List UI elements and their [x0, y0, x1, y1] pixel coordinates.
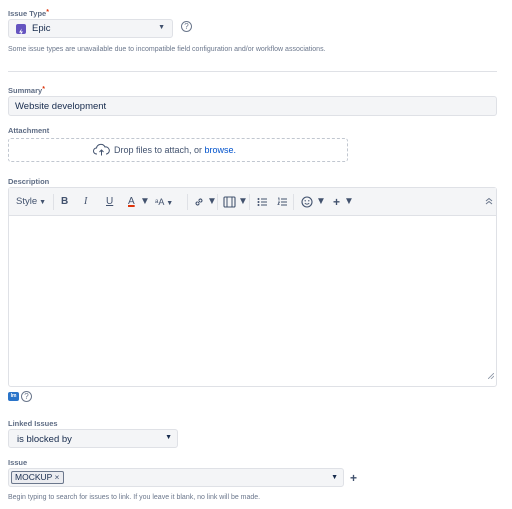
bold-button[interactable]: B [61, 188, 68, 216]
text-color-button[interactable]: A [128, 188, 135, 216]
chevron-down-icon[interactable]: ▼ [316, 188, 326, 216]
cloud-upload-icon [93, 143, 110, 161]
chevron-down-icon[interactable]: ▼ [331, 474, 338, 481]
issue-type-note: Some issue types are unavailable due to … [8, 46, 326, 53]
description-text-area[interactable] [9, 216, 496, 386]
summary-input[interactable]: Website development [8, 96, 497, 116]
issue-note: Begin typing to search for issues to lin… [8, 494, 261, 501]
more-formatting-button[interactable]: ᵃA ▼ [155, 188, 173, 216]
plus-icon[interactable]: + [350, 471, 357, 485]
numbered-list-icon[interactable] [277, 197, 288, 207]
toolbar-separator [187, 194, 188, 210]
question-circle-icon[interactable]: ? [181, 21, 192, 32]
browse-link[interactable]: browse. [205, 145, 237, 155]
chevron-down-icon[interactable]: ▼ [238, 188, 248, 216]
issue-picker-input[interactable]: MOCKUP × ▼ [8, 468, 344, 487]
question-circle-icon[interactable]: ? [21, 391, 32, 402]
summary-value: Website development [15, 101, 107, 112]
link-icon[interactable] [193, 196, 205, 208]
linked-issues-value: is blocked by [17, 434, 72, 445]
toolbar-separator [249, 194, 250, 210]
wiki-markup-mode-icon[interactable]: Im [8, 392, 19, 401]
media-icon[interactable] [223, 196, 236, 208]
toolbar-separator [217, 194, 218, 210]
issue-label: Issue [8, 458, 28, 467]
chevron-up-icon[interactable] [485, 197, 493, 207]
linked-issues-label: Linked Issues [8, 419, 58, 428]
linked-issues-select[interactable]: is blocked by ▼ [8, 429, 178, 448]
chevron-down-icon[interactable]: ▼ [344, 188, 354, 216]
chevron-down-icon: ▼ [165, 434, 172, 441]
issue-type-label: Issue Type* [8, 9, 49, 18]
attachment-label: Attachment [8, 126, 50, 135]
attachment-dropzone[interactable]: Drop files to attach, or browse. [8, 138, 348, 162]
editor-toolbar: Style ▼ B I U A ▼ ᵃA ▼ ▼ ▼ ▼ + ▼ [9, 188, 496, 216]
chevron-down-icon[interactable]: ▼ [207, 188, 217, 216]
chevron-down-icon: ▼ [158, 24, 165, 31]
description-label: Description [8, 177, 50, 186]
underline-button[interactable]: U [106, 188, 113, 216]
epic-icon [16, 24, 26, 36]
issue-type-value: Epic [32, 23, 51, 34]
remove-tag-icon[interactable]: × [55, 472, 60, 482]
description-editor: Style ▼ B I U A ▼ ᵃA ▼ ▼ ▼ ▼ + ▼ [8, 187, 497, 387]
summary-label: Summary* [8, 86, 45, 95]
style-dropdown[interactable]: Style ▼ [16, 188, 46, 216]
plus-icon[interactable]: + [333, 188, 340, 216]
issue-type-select[interactable]: Epic ▼ [8, 19, 173, 38]
toolbar-separator [293, 194, 294, 210]
divider [8, 71, 497, 72]
bullet-list-icon[interactable] [257, 197, 268, 207]
italic-button[interactable]: I [84, 188, 87, 216]
issue-tag: MOCKUP × [11, 471, 64, 484]
emoji-icon[interactable] [301, 196, 313, 208]
resize-handle-icon[interactable] [487, 366, 495, 384]
drop-text: Drop files to attach, or browse. [114, 145, 237, 155]
toolbar-separator [53, 194, 54, 210]
chevron-down-icon[interactable]: ▼ [140, 188, 150, 216]
